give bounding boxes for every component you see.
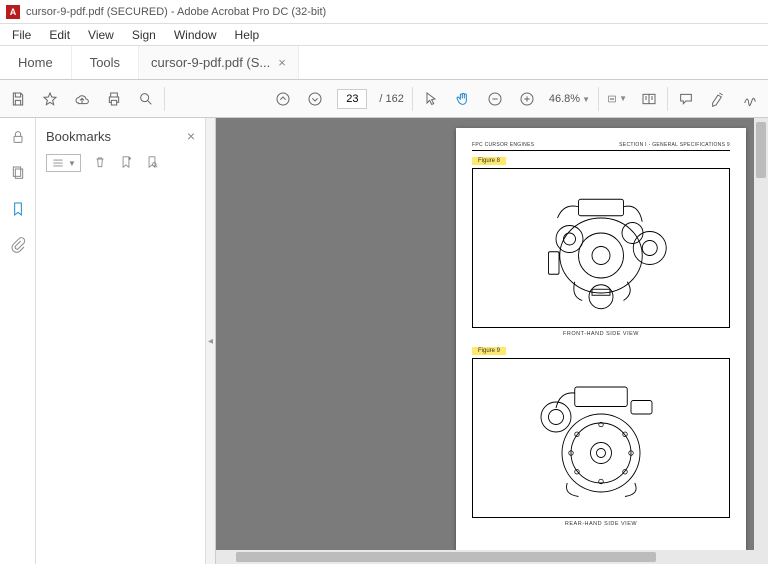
panel-collapse-handle[interactable]: ◂ [206, 118, 216, 564]
window-title: cursor-9-pdf.pdf (SECURED) - Adobe Acrob… [26, 6, 326, 18]
lock-icon[interactable] [9, 128, 27, 146]
titlebar: A cursor-9-pdf.pdf (SECURED) - Adobe Acr… [0, 0, 768, 24]
page-header-right: SECTION I - GENERAL SPECIFICATIONS 9 [619, 142, 730, 148]
tab-document[interactable]: cursor-9-pdf.pdf (S... × [139, 46, 299, 79]
tab-home[interactable]: Home [0, 46, 72, 79]
figure-9-label: Figure 9 [472, 347, 506, 355]
zoom-level-label[interactable]: 46.8%▼ [549, 93, 590, 105]
fit-width-icon[interactable]: ▼ [607, 89, 627, 109]
figure-8-caption: FRONT-HAND SIDE VIEW [472, 331, 730, 337]
cloud-icon[interactable] [72, 89, 92, 109]
left-rail [0, 118, 36, 564]
bookmark-options-icon[interactable]: ▼ [46, 154, 81, 172]
find-bookmark-icon[interactable] [145, 155, 159, 172]
workspace: Bookmarks × ▼ ◂ FPC CURSOR ENGINES SECTI… [0, 118, 768, 564]
page-header-left: FPC CURSOR ENGINES [472, 142, 534, 148]
zoom-in-icon[interactable] [517, 89, 537, 109]
zoom-out-icon[interactable] [485, 89, 505, 109]
trash-icon[interactable] [93, 155, 107, 172]
highlight-icon[interactable] [708, 89, 728, 109]
save-icon[interactable] [8, 89, 28, 109]
bookmark-icon[interactable] [9, 200, 27, 218]
menu-edit[interactable]: Edit [41, 26, 78, 44]
sign-icon[interactable] [740, 89, 760, 109]
page-total-label: / 162 [379, 93, 403, 105]
comment-icon[interactable] [676, 89, 696, 109]
vertical-scrollbar[interactable] [754, 118, 768, 564]
figure-8-drawing [472, 168, 730, 328]
figure-9-drawing [472, 358, 730, 518]
close-panel-icon[interactable]: × [187, 128, 195, 144]
figure-9-caption: REAR-HAND SIDE VIEW [472, 521, 730, 527]
attachment-icon[interactable] [9, 236, 27, 254]
tabs-bar: Home Tools cursor-9-pdf.pdf (S... × [0, 46, 768, 80]
new-bookmark-icon[interactable] [119, 155, 133, 172]
bookmarks-panel: Bookmarks × ▼ [36, 118, 206, 564]
select-arrow-icon[interactable] [421, 89, 441, 109]
read-mode-icon[interactable] [639, 89, 659, 109]
tab-document-label: cursor-9-pdf.pdf (S... [151, 55, 270, 70]
scrollbar-thumb[interactable] [236, 552, 656, 562]
hand-tool-icon[interactable] [453, 89, 473, 109]
print-icon[interactable] [104, 89, 124, 109]
star-icon[interactable] [40, 89, 60, 109]
bookmarks-title: Bookmarks [46, 129, 111, 144]
menu-file[interactable]: File [4, 26, 39, 44]
close-icon[interactable]: × [278, 55, 286, 70]
menu-window[interactable]: Window [166, 26, 225, 44]
menu-sign[interactable]: Sign [124, 26, 164, 44]
page-up-icon[interactable] [273, 89, 293, 109]
chevron-down-icon: ▼ [582, 95, 590, 104]
acrobat-icon: A [6, 5, 20, 19]
figure-8-label: Figure 8 [472, 157, 506, 165]
document-canvas[interactable]: FPC CURSOR ENGINES SECTION I - GENERAL S… [216, 118, 768, 564]
menubar: File Edit View Sign Window Help [0, 24, 768, 46]
menu-view[interactable]: View [80, 26, 122, 44]
scrollbar-thumb[interactable] [756, 122, 766, 178]
horizontal-scrollbar[interactable] [216, 550, 754, 564]
tab-tools[interactable]: Tools [72, 46, 139, 79]
toolbar: / 162 46.8%▼ ▼ [0, 80, 768, 118]
search-icon[interactable] [136, 89, 156, 109]
menu-help[interactable]: Help [227, 26, 268, 44]
thumbnails-icon[interactable] [9, 164, 27, 182]
page-number-input[interactable] [337, 89, 367, 109]
page-down-icon[interactable] [305, 89, 325, 109]
pdf-page: FPC CURSOR ENGINES SECTION I - GENERAL S… [456, 128, 746, 564]
